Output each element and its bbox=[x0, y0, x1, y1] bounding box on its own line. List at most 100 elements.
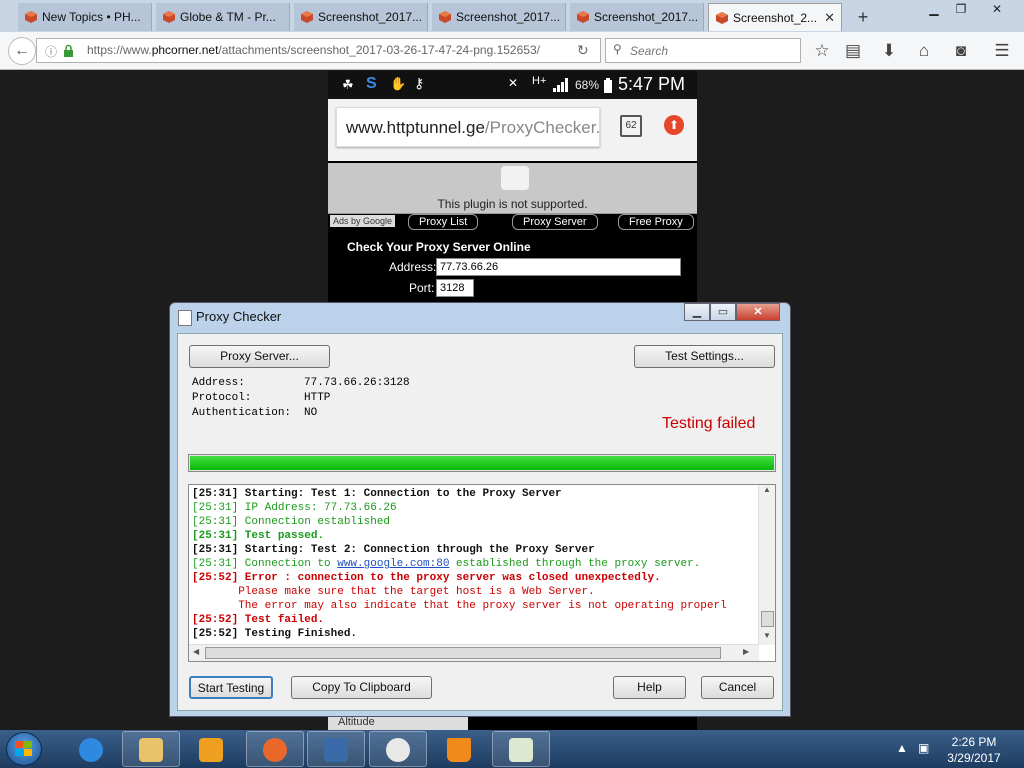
scroll-left-icon[interactable]: ◀ bbox=[193, 647, 199, 656]
firefox-icon[interactable] bbox=[246, 731, 304, 767]
url-path: /attachments/screenshot_2017-03-26-17-47… bbox=[218, 43, 540, 57]
home-icon[interactable]: ⌂ bbox=[913, 40, 935, 62]
url-bar[interactable]: ⓘ https://www.phcorner.net/attachments/s… bbox=[36, 38, 601, 63]
close-window-icon[interactable]: ✕ bbox=[974, 0, 1020, 20]
log-line: [25:31] IP Address: 77.73.66.26 bbox=[192, 502, 397, 514]
info-icon[interactable]: ⓘ bbox=[45, 43, 57, 60]
address-value: 77.73.66.26:3128 bbox=[304, 377, 410, 389]
proxy-server-button[interactable]: Proxy Server... bbox=[189, 345, 330, 368]
start-button[interactable] bbox=[6, 732, 42, 766]
proxy-checker-taskbar-icon[interactable] bbox=[492, 731, 550, 767]
copy-to-clipboard-button[interactable]: Copy To Clipboard bbox=[291, 676, 432, 699]
file-explorer-icon[interactable] bbox=[122, 731, 180, 767]
internet-explorer-icon[interactable] bbox=[62, 731, 120, 767]
phone-upload-icon: ⬆ bbox=[664, 115, 684, 135]
menu-hamburger-icon[interactable]: ☰ bbox=[991, 40, 1013, 62]
lock-icon bbox=[64, 44, 73, 57]
test-settings-button[interactable]: Test Settings... bbox=[634, 345, 775, 368]
plugin-message: This plugin is not supported. bbox=[437, 197, 588, 211]
tray-overflow-icon[interactable]: ▲ bbox=[896, 741, 908, 755]
reload-icon[interactable]: ↻ bbox=[577, 42, 589, 59]
phone-url-domain: www.httptunnel.ge bbox=[346, 118, 485, 137]
tab-screenshot-3[interactable]: Screenshot_2017... bbox=[570, 3, 704, 31]
settings-gear-icon[interactable] bbox=[307, 731, 365, 767]
phone-url-bar: www.httptunnel.ge/ProxyChecker.a bbox=[336, 107, 600, 147]
tab-strip: New Topics • PH... Globe & TM - Pr... Sc… bbox=[0, 0, 1024, 32]
app-icon bbox=[178, 310, 192, 326]
tab-screenshot-2[interactable]: Screenshot_2017... bbox=[432, 3, 566, 31]
log-link[interactable]: www.google.com:80 bbox=[337, 558, 449, 570]
tab-close-icon[interactable]: ✕ bbox=[824, 4, 835, 31]
scroll-right-icon[interactable]: ▶ bbox=[743, 647, 749, 656]
dialog-minimize-icon[interactable]: ▁ bbox=[684, 303, 710, 321]
log-output[interactable]: [25:31] Starting: Test 1: Connection to … bbox=[188, 484, 776, 662]
start-testing-button[interactable]: Start Testing bbox=[189, 676, 273, 699]
maximize-icon[interactable]: ❐ bbox=[948, 0, 974, 20]
protocol-label: Protocol: bbox=[192, 392, 252, 404]
phcorner-favicon-icon bbox=[301, 11, 313, 23]
phcorner-favicon-icon bbox=[716, 12, 728, 24]
minimize-icon[interactable]: ▁ bbox=[920, 0, 948, 20]
vertical-scrollbar[interactable]: ▲ ▼ bbox=[758, 485, 775, 645]
network-hplus-icon: H+ bbox=[532, 75, 547, 87]
ad-row: Ads by Google Proxy List Proxy Server Fr… bbox=[328, 214, 697, 230]
phone-address-field: 77.73.66.26 bbox=[436, 258, 681, 276]
ad-link-proxy-server: Proxy Server bbox=[512, 214, 598, 230]
log-line: [25:31] Test passed. bbox=[192, 530, 325, 542]
network-icon[interactable]: ▣ bbox=[918, 741, 929, 755]
test-status-text: Testing failed bbox=[662, 415, 756, 432]
phcorner-favicon-icon bbox=[25, 11, 37, 23]
scroll-up-icon[interactable]: ▲ bbox=[763, 485, 771, 494]
tab-globe-tm[interactable]: Globe & TM - Pr... bbox=[156, 3, 290, 31]
horizontal-scrollbar[interactable]: ◀ ▶ bbox=[189, 644, 759, 661]
url-text: https://www.phcorner.net/attachments/scr… bbox=[87, 43, 540, 57]
new-tab-button[interactable]: + bbox=[850, 3, 876, 31]
vertical-scroll-thumb[interactable] bbox=[761, 611, 774, 627]
scroll-down-icon[interactable]: ▼ bbox=[763, 631, 771, 640]
navigation-toolbar: ← ⓘ https://www.phcorner.net/attachments… bbox=[0, 32, 1024, 70]
sync-icon: S bbox=[366, 75, 377, 92]
vlc-icon[interactable] bbox=[430, 731, 488, 767]
window-title: Proxy Checker bbox=[196, 309, 282, 324]
phone-footer-text: Altitude bbox=[328, 716, 468, 731]
download-icon[interactable]: ⬇ bbox=[878, 40, 900, 62]
cancel-button[interactable]: Cancel bbox=[701, 676, 774, 699]
clock-app-icon[interactable] bbox=[369, 731, 427, 767]
bookmark-star-icon[interactable]: ☆ bbox=[811, 40, 833, 62]
phone-port-field: 3128 bbox=[436, 279, 474, 297]
reading-list-icon[interactable]: ▤ bbox=[842, 40, 864, 62]
url-domain: phcorner.net bbox=[151, 43, 219, 57]
protocol-value: HTTP bbox=[304, 392, 331, 404]
pocket-icon[interactable]: ◙ bbox=[950, 40, 972, 62]
tab-screenshot-active[interactable]: Screenshot_2... ✕ bbox=[708, 3, 842, 31]
battery-percent: 68% bbox=[575, 78, 600, 92]
log-line: [25:31] Connection to www.google.com:80 … bbox=[192, 557, 700, 571]
notification-icon: ☘ bbox=[342, 77, 354, 92]
back-arrow-icon[interactable]: ← bbox=[8, 37, 36, 65]
progress-fill bbox=[190, 456, 774, 470]
horizontal-scroll-thumb[interactable] bbox=[205, 647, 721, 659]
log-line: [25:52] Testing Finished. bbox=[192, 628, 358, 640]
windows-logo-icon bbox=[15, 741, 32, 756]
search-bar[interactable]: ⚲ Search bbox=[605, 38, 801, 63]
log-line: [25:52] Error : connection to the proxy … bbox=[192, 572, 661, 584]
log-text: established through the proxy server. bbox=[449, 558, 701, 570]
system-clock[interactable]: 2:26 PM 3/29/2017 bbox=[938, 734, 1010, 766]
phone-port-label: Port: bbox=[409, 281, 435, 295]
log-line: Please make sure that the target host is… bbox=[192, 586, 595, 598]
dialog-client-area: Proxy Server... Test Settings... Address… bbox=[177, 333, 783, 711]
authentication-label: Authentication: bbox=[192, 407, 292, 419]
tab-label: Globe & TM - Pr... bbox=[180, 10, 276, 24]
tab-label: Screenshot_2... bbox=[733, 11, 818, 25]
phone-status-bar: ☘ S ✋ ⚷ ✕ H+ 68% 5:47 PM bbox=[328, 71, 697, 99]
dialog-close-icon[interactable]: ✕ bbox=[736, 303, 780, 321]
url-prefix: https://www. bbox=[87, 43, 152, 57]
tab-new-topics[interactable]: New Topics • PH... bbox=[18, 3, 152, 31]
media-player-icon[interactable] bbox=[182, 731, 240, 767]
phone-browser-bar: www.httptunnel.ge/ProxyChecker.a 62 ⬆ bbox=[328, 99, 697, 161]
log-line: [25:52] Test failed. bbox=[192, 614, 325, 626]
tab-screenshot-1[interactable]: Screenshot_2017... bbox=[294, 3, 428, 31]
log-text: [25:31] Connection to bbox=[192, 558, 338, 570]
dialog-maximize-icon[interactable]: ▭ bbox=[710, 303, 736, 321]
help-button[interactable]: Help bbox=[613, 676, 686, 699]
